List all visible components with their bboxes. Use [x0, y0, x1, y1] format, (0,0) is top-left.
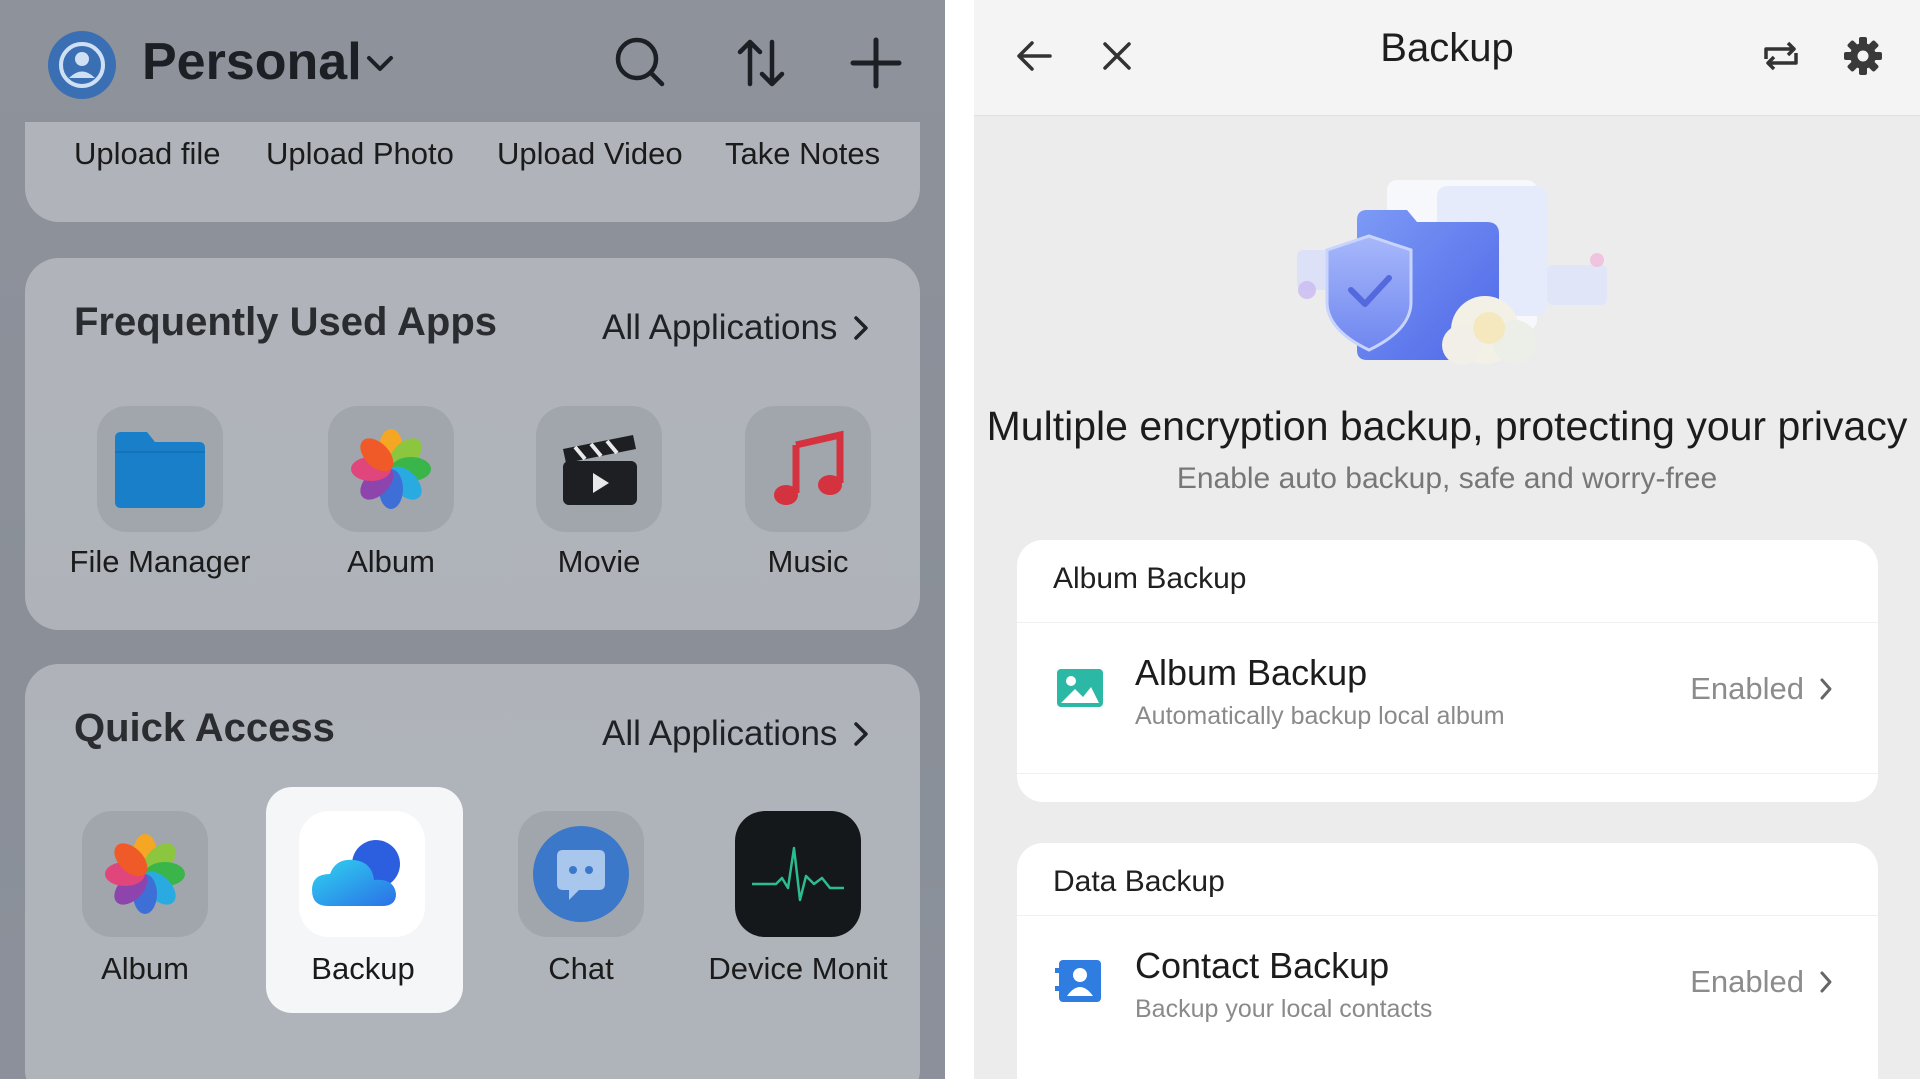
chevron-down-icon[interactable] — [362, 46, 398, 82]
sync-icon[interactable] — [1758, 33, 1804, 79]
folder-icon — [115, 432, 205, 508]
chevron-right-icon — [854, 722, 869, 746]
backup-app[interactable] — [299, 811, 425, 937]
album-backup-section-label: Album Backup — [1053, 562, 1247, 595]
user-icon — [59, 42, 105, 88]
album-app[interactable] — [328, 406, 454, 532]
album-backup-card: Album Backup Album Backup Automatically … — [1017, 540, 1878, 802]
clapperboard-icon — [563, 435, 637, 505]
backup-headline: Multiple encryption backup, protecting y… — [986, 403, 1908, 449]
status-text: Enabled — [1690, 964, 1804, 999]
all-applications-label: All Applications — [602, 308, 838, 347]
all-applications-link-quick[interactable]: All Applications — [602, 714, 871, 754]
upload-photo-button[interactable]: Upload Photo — [266, 136, 454, 172]
all-applications-link[interactable]: All Applications — [602, 308, 871, 348]
contact-backup-title: Contact Backup — [1135, 945, 1390, 986]
frequent-apps-title: Frequently Used Apps — [74, 300, 498, 344]
search-icon[interactable] — [612, 34, 670, 92]
take-notes-button[interactable]: Take Notes — [725, 136, 880, 172]
album-app-quick[interactable] — [82, 811, 208, 937]
all-applications-label: All Applications — [602, 714, 838, 753]
pinwheel-icon — [105, 834, 185, 914]
album-backup-row[interactable]: Album Backup Automatically backup local … — [1017, 623, 1878, 773]
movie-app[interactable] — [536, 406, 662, 532]
contact-backup-subtitle: Backup your local contacts — [1135, 995, 1433, 1023]
pinwheel-icon — [351, 429, 431, 509]
divider — [1017, 773, 1878, 774]
chevron-right-icon — [1820, 971, 1832, 993]
album-backup-status: Enabled — [1690, 671, 1834, 707]
backup-header: Backup — [974, 0, 1920, 116]
add-icon[interactable] — [847, 34, 905, 92]
image-icon — [1057, 669, 1103, 707]
chevron-right-icon — [854, 316, 869, 340]
upload-file-button[interactable]: Upload file — [74, 136, 220, 172]
contact-backup-status: Enabled — [1690, 964, 1834, 1000]
chat-bubble-icon — [533, 826, 629, 922]
data-backup-section-label: Data Backup — [1053, 865, 1225, 898]
chevron-right-icon — [1820, 678, 1832, 700]
pane-divider — [945, 0, 974, 1079]
space-title[interactable]: Personal — [142, 30, 362, 94]
backup-subline: Enable auto backup, safe and worry-free — [1176, 462, 1718, 495]
backup-illustration — [1297, 180, 1607, 365]
launcher-header: Personal — [0, 0, 945, 125]
sort-icon[interactable] — [732, 34, 790, 92]
device-monitor-app[interactable] — [735, 811, 861, 937]
avatar[interactable] — [48, 31, 116, 99]
music-note-icon — [774, 430, 844, 505]
music-label: Music — [767, 544, 849, 579]
chat-app[interactable] — [518, 811, 644, 937]
settings-gear-icon[interactable] — [1840, 33, 1886, 79]
app-launcher-pane: Personal Upload file Upload Photo Upload… — [0, 0, 945, 1079]
contact-backup-row[interactable]: Contact Backup Backup your local contact… — [1017, 916, 1878, 1066]
album-backup-title: Album Backup — [1135, 652, 1368, 693]
backup-pane: Backup Multiple encryption backup, prote… — [974, 0, 1920, 1079]
music-app[interactable] — [745, 406, 871, 532]
cloud-icon — [312, 840, 400, 906]
status-text: Enabled — [1690, 671, 1804, 706]
contact-card-icon — [1055, 960, 1101, 1002]
device-monitor-label: Device Monit — [708, 951, 888, 986]
quick-access-title: Quick Access — [74, 706, 335, 750]
upload-video-button[interactable]: Upload Video — [497, 136, 683, 172]
file-manager-label: File Manager — [69, 544, 251, 579]
heartbeat-icon — [752, 846, 844, 902]
album-backup-subtitle: Automatically backup local album — [1135, 702, 1505, 730]
data-backup-card: Data Backup Contact Backup Backup your l… — [1017, 843, 1878, 1079]
file-manager-app[interactable] — [97, 406, 223, 532]
